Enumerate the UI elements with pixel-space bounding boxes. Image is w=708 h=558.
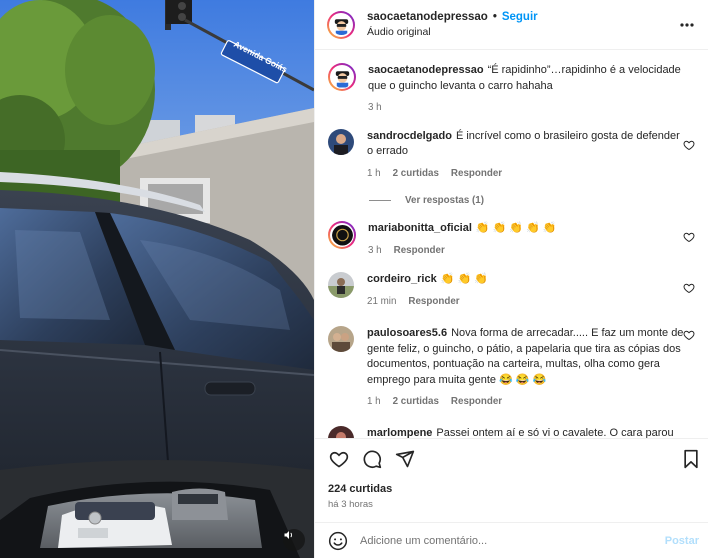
commenter-avatar-image: [328, 272, 354, 298]
comment-item: mariabonitta_oficial 👏 👏 👏 👏 👏 3 h Respon…: [328, 221, 699, 258]
like-heart-icon[interactable]: [683, 139, 695, 151]
video-frame: Avenida Goiás: [0, 0, 314, 558]
bookmark-icon: [684, 449, 698, 468]
like-heart-icon[interactable]: [683, 329, 695, 341]
save-button[interactable]: [679, 447, 703, 471]
comment-item: cordeiro_rick 👏 👏 👏 21 min Responder: [328, 272, 699, 309]
paper-plane-icon: [395, 450, 415, 467]
commenter-avatar-image: [328, 128, 354, 155]
caption-text: saocaetanodepressao “É rapidinho”…rapidin…: [368, 63, 686, 94]
audio-toggle-button[interactable]: [283, 529, 305, 551]
heart-icon: [329, 451, 349, 467]
share-button[interactable]: [393, 447, 417, 471]
comment-time[interactable]: 1 h: [367, 166, 381, 182]
video-player[interactable]: Avenida Goiás: [0, 0, 314, 558]
commenter-avatar[interactable]: [328, 272, 354, 298]
post-actions-bar: [315, 438, 708, 478]
post-panel: saocaetanodepressao • Seguir Áudio origi…: [314, 0, 708, 558]
follow-button[interactable]: Seguir: [502, 11, 538, 23]
author-avatar-image: [330, 14, 352, 35]
commenter-avatar-image: [328, 326, 354, 352]
commenter-avatar[interactable]: [328, 221, 356, 249]
comment-likes[interactable]: 2 curtidas: [393, 166, 439, 182]
speaker-icon: [284, 531, 292, 539]
comment-username[interactable]: sandrocdelgado: [367, 130, 452, 142]
comment-input[interactable]: [360, 534, 665, 547]
post-comment-button[interactable]: Postar: [665, 535, 699, 547]
reply-button[interactable]: Responder: [451, 166, 502, 182]
comment-username[interactable]: paulosoares5.6: [367, 327, 447, 339]
comment-likes[interactable]: 2 curtidas: [393, 394, 439, 410]
comment-username[interactable]: marlompene: [367, 427, 432, 439]
comment-bubble-icon: [363, 450, 382, 468]
comment-username[interactable]: saocaetanodepressao: [368, 64, 484, 76]
view-replies-button[interactable]: Ver respostas (1): [369, 195, 699, 206]
comment-text: Passei ontem aí e só vi o cavalete. O ca…: [436, 426, 674, 439]
view-replies-label: Ver respostas (1): [405, 195, 484, 206]
comment-username[interactable]: cordeiro_rick: [367, 273, 437, 285]
comment-time[interactable]: 3 h: [368, 243, 382, 259]
like-heart-icon[interactable]: [683, 231, 695, 243]
add-comment-bar: Postar: [315, 522, 708, 558]
separator-dot: •: [492, 11, 497, 23]
author-avatar[interactable]: [327, 10, 355, 39]
comment-text: 👏 👏 👏: [440, 273, 488, 285]
comment-item: marlompene Passei ontem aí e só vi o cava…: [328, 425, 699, 439]
more-options-icon: [680, 22, 694, 27]
like-button[interactable]: [327, 447, 351, 471]
comment-time[interactable]: 21 min: [367, 294, 396, 310]
commenter-avatar-image: [331, 224, 353, 246]
commenter-avatar[interactable]: [328, 425, 354, 438]
comment-button[interactable]: [360, 447, 384, 471]
audio-link[interactable]: Áudio original: [367, 26, 538, 38]
more-options-button[interactable]: [675, 13, 699, 37]
replies-divider: [369, 200, 391, 201]
reply-button[interactable]: Responder: [451, 394, 502, 410]
comment-item: paulosoares5.6 Nova forma de arrecadar...…: [328, 326, 699, 410]
caption-avatar[interactable]: [328, 63, 356, 91]
post-time[interactable]: há 3 horas: [328, 499, 373, 510]
likes-count[interactable]: 224 curtidas: [328, 483, 392, 495]
comment-username[interactable]: mariabonitta_oficial: [368, 222, 472, 234]
emoji-icon[interactable]: [328, 531, 348, 551]
caption-avatar-image: [331, 66, 353, 88]
like-heart-icon[interactable]: [683, 282, 695, 294]
caption: saocaetanodepressao “É rapidinho”…rapidin…: [328, 63, 699, 116]
post-header: saocaetanodepressao • Seguir Áudio origi…: [315, 0, 708, 50]
comment-text: 👏 👏 👏 👏 👏: [475, 222, 557, 234]
reply-button[interactable]: Responder: [408, 294, 459, 310]
comment-time[interactable]: 1 h: [367, 394, 381, 410]
comments-list[interactable]: saocaetanodepressao “É rapidinho”…rapidin…: [315, 51, 708, 438]
author-username[interactable]: saocaetanodepressao: [367, 11, 488, 23]
commenter-avatar-image: [328, 425, 354, 438]
comment-time[interactable]: 3 h: [368, 100, 382, 116]
comment-item: sandrocdelgado É incrível como o brasilei…: [328, 128, 699, 182]
commenter-avatar[interactable]: [328, 326, 354, 352]
commenter-avatar[interactable]: [328, 128, 354, 155]
reply-button[interactable]: Responder: [394, 243, 445, 259]
